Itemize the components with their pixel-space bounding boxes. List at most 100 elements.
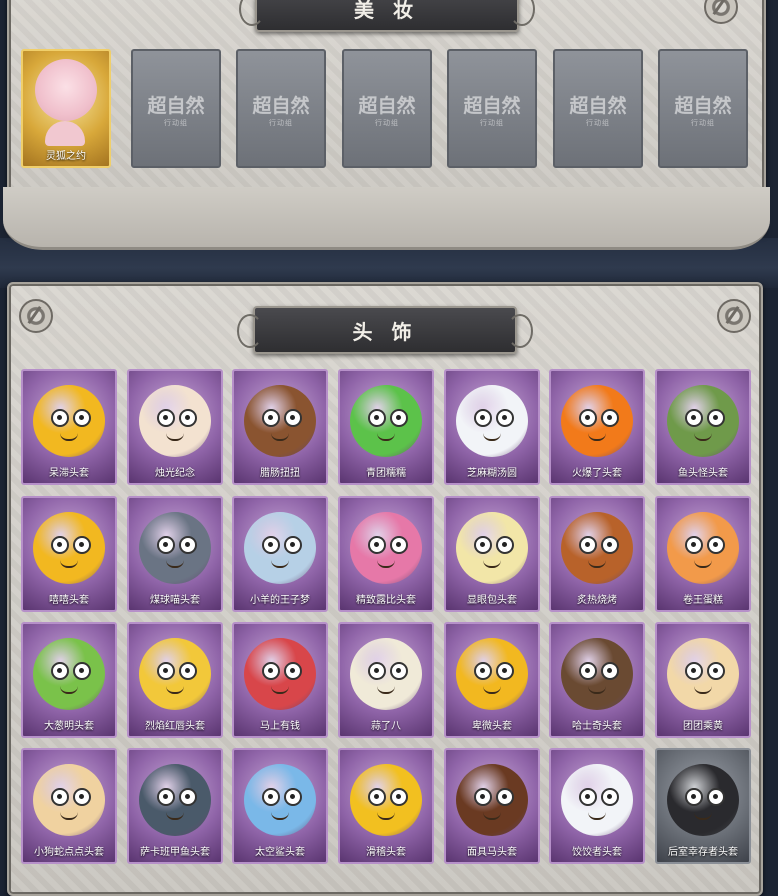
sacabambaspis-icon: [139, 764, 211, 836]
stunned-face-icon: [33, 385, 105, 457]
headwear-card[interactable]: 卷王蛋糕: [655, 496, 751, 612]
mouth: [271, 560, 289, 568]
headwear-label: 火爆了头套: [572, 468, 622, 479]
eye: [73, 536, 91, 554]
headwear-label: 后室幸存者头套: [668, 847, 738, 858]
mouth: [166, 812, 184, 820]
headwear-label: 滑稽头套: [366, 847, 406, 858]
headwear-card[interactable]: 呆滞头套: [21, 369, 117, 485]
eye: [157, 788, 175, 806]
headwear-label: 团团乘黄: [683, 721, 723, 732]
ornament-icon: [19, 299, 53, 333]
headwear-card[interactable]: 后室幸存者头套: [655, 748, 751, 864]
cosmetic-card-locked[interactable]: 超自然 行动组: [447, 49, 537, 168]
headwear-label: 煤球喵头套: [150, 595, 200, 606]
cosmetic-card-featured[interactable]: 灵狐之约: [21, 49, 111, 168]
locked-watermark: 超自然 行动组: [569, 95, 627, 127]
roll-cake-icon: [667, 512, 739, 584]
cosmetic-card-locked[interactable]: 超自然 行动组: [658, 49, 748, 168]
fire-spirit-icon: [561, 385, 633, 457]
mouth: [694, 812, 712, 820]
headwear-card[interactable]: 大葱明头套: [21, 622, 117, 738]
headwear-label: 炙热烧烤: [577, 595, 617, 606]
headwear-card[interactable]: 太空鲨头套: [232, 748, 328, 864]
cosmetics-title-banner: 美 妆: [238, 0, 535, 32]
snake-dog-icon: [33, 764, 105, 836]
headwear-card[interactable]: 显眼包头套: [444, 496, 540, 612]
eye: [474, 536, 492, 554]
eye: [474, 788, 492, 806]
cosmetic-card-locked[interactable]: 超自然 行动组: [131, 49, 221, 168]
headwear-label: 呆滞头套: [49, 468, 89, 479]
cosmetics-panel: 美 妆 灵狐之约 超自然 行动组 超自然 行动组 超自然 行动组 超自然 行动组 超自然…: [3, 0, 770, 250]
headwear-card[interactable]: 鱼头怪头套: [655, 369, 751, 485]
headwear-label: 显眼包头套: [467, 595, 517, 606]
eye: [707, 536, 725, 554]
cosmetic-card-locked[interactable]: 超自然 行动组: [236, 49, 326, 168]
headwear-card[interactable]: 腊肠扭扭: [232, 369, 328, 485]
mouth: [483, 433, 501, 441]
headwear-card[interactable]: 小狗蛇点点头套: [21, 748, 117, 864]
headwear-card[interactable]: 嘻嘻头套: [21, 496, 117, 612]
eye: [474, 662, 492, 680]
headwear-label: 蒜了八: [371, 721, 401, 732]
eye: [262, 788, 280, 806]
eye: [601, 788, 619, 806]
fish-monster-icon: [667, 385, 739, 457]
cosmetic-card-locked[interactable]: 超自然 行动组: [553, 49, 643, 168]
headwear-card[interactable]: 小羊的王子梦: [232, 496, 328, 612]
headwear-card[interactable]: 烛光纪念: [127, 369, 223, 485]
mouth: [60, 560, 78, 568]
eye: [496, 662, 514, 680]
eye: [390, 536, 408, 554]
headwear-card[interactable]: 滑稽头套: [338, 748, 434, 864]
eye: [496, 409, 514, 427]
mouth: [377, 433, 395, 441]
eye: [390, 788, 408, 806]
eye: [51, 662, 69, 680]
mouth: [166, 686, 184, 694]
bbq-meat-icon: [561, 512, 633, 584]
headwear-card[interactable]: 哈士奇头套: [549, 622, 645, 738]
locked-watermark: 超自然 行动组: [463, 95, 521, 127]
eye: [579, 409, 597, 427]
headwear-label: 卑微头套: [472, 721, 512, 732]
mouth: [694, 560, 712, 568]
headwear-card[interactable]: 卑微头套: [444, 622, 540, 738]
space-shark-icon: [244, 764, 316, 836]
lamb-prince-icon: [244, 512, 316, 584]
headwear-card[interactable]: 团团乘黄: [655, 622, 751, 738]
headwear-label: 卷王蛋糕: [683, 595, 723, 606]
garlic-icon: [350, 638, 422, 710]
eye: [368, 788, 386, 806]
pink-beaver-icon: [350, 512, 422, 584]
cosmetic-card-locked[interactable]: 超自然 行动组: [342, 49, 432, 168]
eye: [157, 536, 175, 554]
headwear-card[interactable]: 精致露比头套: [338, 496, 434, 612]
mouth: [483, 560, 501, 568]
headwear-card[interactable]: 萨卡班甲鱼头套: [127, 748, 223, 864]
eye: [179, 536, 197, 554]
mouth: [377, 560, 395, 568]
headwear-card[interactable]: 炙热烧烤: [549, 496, 645, 612]
headwear-card[interactable]: 芝麻糊汤圆: [444, 369, 540, 485]
headwear-card[interactable]: 蒜了八: [338, 622, 434, 738]
mouth: [588, 560, 606, 568]
mouth: [483, 812, 501, 820]
headwear-card[interactable]: 火爆了头套: [549, 369, 645, 485]
eye: [707, 788, 725, 806]
headwear-card[interactable]: 马上有钱: [232, 622, 328, 738]
mouth: [271, 812, 289, 820]
eye: [179, 788, 197, 806]
headwear-card[interactable]: 烈焰红唇头套: [127, 622, 223, 738]
headwear-label: 哈士奇头套: [572, 721, 622, 732]
eye: [284, 536, 302, 554]
headwear-card[interactable]: 煤球喵头套: [127, 496, 223, 612]
mouth: [60, 433, 78, 441]
headwear-card[interactable]: 青团糯糯: [338, 369, 434, 485]
headwear-label: 太空鲨头套: [255, 847, 305, 858]
eye: [73, 662, 91, 680]
mouth: [271, 433, 289, 441]
headwear-card[interactable]: 面具马头套: [444, 748, 540, 864]
headwear-card[interactable]: 饺饺者头套: [549, 748, 645, 864]
